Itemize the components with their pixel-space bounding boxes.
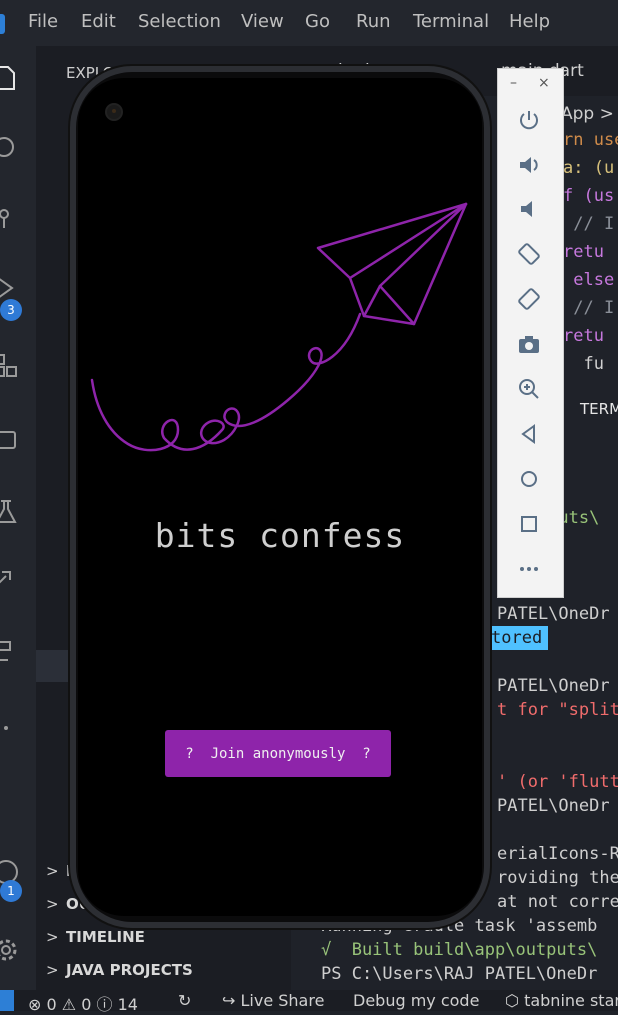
home-icon[interactable] xyxy=(516,466,542,492)
menu-view[interactable]: View xyxy=(241,11,284,32)
menu-help[interactable]: Help xyxy=(509,11,550,32)
info-icon: ⓘ xyxy=(96,995,113,1014)
error-count: 0 xyxy=(46,995,57,1014)
section-timeline[interactable]: > TIMELINE xyxy=(46,928,145,946)
emulator-toolbar: – × xyxy=(497,68,564,598)
activity-bar: 3 1 xyxy=(0,46,36,990)
minimize-button[interactable]: – xyxy=(510,75,517,91)
menu-edit[interactable]: Edit xyxy=(81,11,116,32)
tabnine-icon: ⬡ xyxy=(505,991,519,1010)
menu-bar: File Edit Selection View Go Run Terminal… xyxy=(0,0,618,46)
zoom-icon[interactable] xyxy=(516,376,542,402)
terminal-line: tored xyxy=(487,626,549,650)
testing-icon[interactable] xyxy=(0,498,20,526)
close-button[interactable]: × xyxy=(538,75,550,91)
source-control-icon[interactable] xyxy=(0,206,20,234)
account-badge: 1 xyxy=(0,880,22,902)
volume-down-icon[interactable] xyxy=(516,196,542,222)
error-icon: ⊗ xyxy=(28,995,42,1014)
breadcrumb[interactable]: App > xyxy=(561,104,614,124)
app-title: bits confess xyxy=(154,516,406,555)
search-icon[interactable] xyxy=(0,134,20,162)
info-count: 14 xyxy=(117,995,138,1014)
warning-icon: ⚠ xyxy=(61,995,77,1014)
menu-run[interactable]: Run xyxy=(356,11,391,32)
more-views-icon[interactable] xyxy=(0,714,20,742)
menu-terminal[interactable]: Terminal xyxy=(413,11,489,32)
flight-trail xyxy=(90,312,362,452)
menu-file[interactable]: File xyxy=(28,11,58,32)
section-java-projects[interactable]: > JAVA PROJECTS xyxy=(46,961,193,979)
tabnine-status[interactable]: ⬡ tabnine star xyxy=(505,991,618,1010)
plane-outline xyxy=(316,202,468,326)
overview-icon[interactable] xyxy=(516,511,542,537)
join-anonymously-button[interactable]: ? Join anonymously ? xyxy=(165,730,391,777)
emulator-window-controls: – × xyxy=(498,69,563,99)
back-icon[interactable] xyxy=(516,421,542,447)
paper-plane-illustration xyxy=(90,202,468,452)
bike-icon[interactable]: ↻ xyxy=(178,991,191,1010)
terminal-line: √ Built build\app\outputs\ xyxy=(321,940,598,960)
run-badge: 3 xyxy=(0,299,22,321)
terminal-line: PS C:\Users\RAJ PATEL\OneDr xyxy=(321,964,598,984)
volume-up-icon[interactable] xyxy=(516,152,542,178)
live-share-icon[interactable] xyxy=(0,566,20,594)
live-share-status[interactable]: ↪ Live Share xyxy=(222,991,324,1010)
remote-explorer-icon[interactable] xyxy=(0,428,20,456)
phone-screen[interactable]: bits confess ? Join anonymously ? xyxy=(78,78,482,916)
explorer-icon[interactable] xyxy=(0,64,20,92)
warning-count: 0 xyxy=(81,995,92,1014)
menu-selection[interactable]: Selection xyxy=(138,11,221,32)
gear-icon[interactable] xyxy=(0,936,20,964)
vscode-logo-icon xyxy=(0,14,5,34)
run-debug-icon[interactable] xyxy=(0,274,20,302)
rotate-right-icon[interactable] xyxy=(516,286,542,312)
extensions-icon[interactable] xyxy=(0,352,20,380)
tab-terminal[interactable]: TERM xyxy=(580,400,618,418)
python-icon[interactable] xyxy=(0,638,20,666)
problems-status[interactable]: ⊗ 0 ⚠ 0 ⓘ 14 xyxy=(28,991,138,1015)
remote-indicator[interactable] xyxy=(0,990,14,1011)
rotate-left-icon[interactable] xyxy=(516,241,542,267)
power-icon[interactable] xyxy=(516,107,542,133)
menu-go[interactable]: Go xyxy=(305,11,330,32)
live-share-status-icon: ↪ xyxy=(222,991,236,1010)
status-bar: ⊗ 0 ⚠ 0 ⓘ 14 ↻ ↪ Live Share Debug my cod… xyxy=(0,990,618,1014)
debug-status[interactable]: Debug my code xyxy=(353,991,479,1010)
more-icon[interactable] xyxy=(516,556,542,582)
camera-icon[interactable] xyxy=(516,331,542,357)
join-button-label: ? Join anonymously ? xyxy=(185,745,371,762)
plane-fold-1 xyxy=(348,202,468,280)
